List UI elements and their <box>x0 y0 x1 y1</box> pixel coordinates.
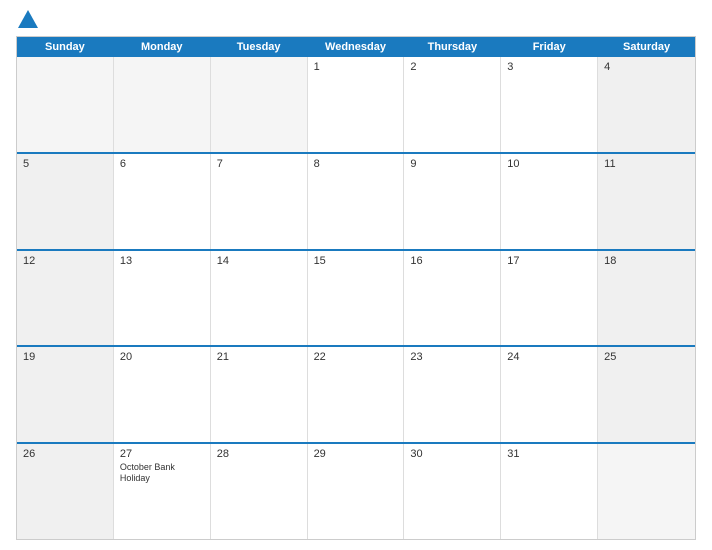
day-cell: 12 <box>17 251 114 346</box>
day-cell <box>114 57 211 152</box>
day-number: 3 <box>507 61 591 73</box>
day-cell: 6 <box>114 154 211 249</box>
day-cell: 30 <box>404 444 501 539</box>
day-number: 30 <box>410 448 494 460</box>
day-number: 21 <box>217 351 301 363</box>
day-number: 22 <box>314 351 398 363</box>
day-cell <box>17 57 114 152</box>
day-header-tuesday: Tuesday <box>211 37 308 57</box>
day-cell <box>598 444 695 539</box>
day-cell: 19 <box>17 347 114 442</box>
day-number: 17 <box>507 255 591 267</box>
week-row-1: 12 3 4 <box>17 57 695 152</box>
day-number: 31 <box>507 448 591 460</box>
day-cell: 22 <box>308 347 405 442</box>
day-header-friday: Friday <box>501 37 598 57</box>
day-cell: 8 <box>308 154 405 249</box>
day-number: 1 <box>314 61 398 73</box>
day-number: 19 <box>23 351 107 363</box>
day-header-monday: Monday <box>114 37 211 57</box>
day-number: 20 <box>120 351 204 363</box>
day-cell: 1 <box>308 57 405 152</box>
day-cell: 9 <box>404 154 501 249</box>
day-cell: 16 <box>404 251 501 346</box>
day-cell: 17 <box>501 251 598 346</box>
event-label: October Bank Holiday <box>120 462 204 484</box>
day-header-sunday: Sunday <box>17 37 114 57</box>
day-cell: 25 <box>598 347 695 442</box>
day-number: 12 <box>23 255 107 267</box>
day-number: 16 <box>410 255 494 267</box>
weeks-container: 1234567891011121314151617181920212223242… <box>17 57 695 539</box>
day-number: 18 <box>604 255 689 267</box>
week-row-4: 19 20 21 22 23 24 25 <box>17 345 695 442</box>
week-row-2: 5 6 7 89 10 11 <box>17 152 695 249</box>
day-number: 10 <box>507 158 591 170</box>
day-cell: 4 <box>598 57 695 152</box>
day-number: 6 <box>120 158 204 170</box>
day-number: 28 <box>217 448 301 460</box>
header <box>16 10 696 30</box>
week-row-5: 26 27 October Bank Holiday 28 29 30 31 <box>17 442 695 539</box>
day-number: 15 <box>314 255 398 267</box>
day-number: 11 <box>604 158 689 170</box>
day-number: 8 <box>314 158 398 170</box>
logo-triangle-icon <box>18 10 38 28</box>
day-headers-row: SundayMondayTuesdayWednesdayThursdayFrid… <box>17 37 695 57</box>
day-cell: 7 <box>211 154 308 249</box>
day-number: 4 <box>604 61 689 73</box>
day-cell: 26 <box>17 444 114 539</box>
day-number: 25 <box>604 351 689 363</box>
day-header-thursday: Thursday <box>404 37 501 57</box>
day-cell: 14 <box>211 251 308 346</box>
day-cell: 15 <box>308 251 405 346</box>
day-cell: 21 <box>211 347 308 442</box>
day-header-saturday: Saturday <box>598 37 695 57</box>
calendar-page: SundayMondayTuesdayWednesdayThursdayFrid… <box>0 0 712 550</box>
week-row-3: 12 13 14 15 16 17 18 <box>17 249 695 346</box>
calendar: SundayMondayTuesdayWednesdayThursdayFrid… <box>16 36 696 540</box>
day-number: 2 <box>410 61 494 73</box>
day-cell: 20 <box>114 347 211 442</box>
day-header-wednesday: Wednesday <box>308 37 405 57</box>
day-cell: 13 <box>114 251 211 346</box>
day-number: 26 <box>23 448 107 460</box>
day-number: 14 <box>217 255 301 267</box>
day-cell: 11 <box>598 154 695 249</box>
day-cell: 23 <box>404 347 501 442</box>
day-cell: 5 <box>17 154 114 249</box>
day-cell: 27 October Bank Holiday <box>114 444 211 539</box>
day-cell <box>211 57 308 152</box>
day-cell: 29 <box>308 444 405 539</box>
day-cell: 24 <box>501 347 598 442</box>
day-cell: 28 <box>211 444 308 539</box>
day-number: 5 <box>23 158 107 170</box>
day-cell: 31 <box>501 444 598 539</box>
day-number: 13 <box>120 255 204 267</box>
logo <box>16 10 38 30</box>
day-cell: 3 <box>501 57 598 152</box>
day-number: 7 <box>217 158 301 170</box>
day-cell: 2 <box>404 57 501 152</box>
day-number: 29 <box>314 448 398 460</box>
day-number: 9 <box>410 158 494 170</box>
day-number: 27 <box>120 448 204 460</box>
day-cell: 10 <box>501 154 598 249</box>
day-cell: 18 <box>598 251 695 346</box>
day-number: 24 <box>507 351 591 363</box>
day-number: 23 <box>410 351 494 363</box>
